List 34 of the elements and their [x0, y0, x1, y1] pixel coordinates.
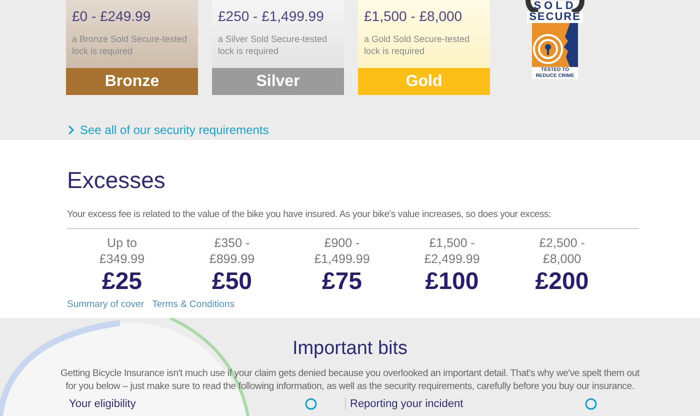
value-range: £350 - £899.99 — [208, 235, 256, 268]
intro-text: Getting Bicycle Insurance isn't much use if your claim gets denied because you overlooked an important detail. That's why we've spelt them out for you below – just make sure to read the following information, as well as the security requirements, carefully before you buy our insurance. — [60, 367, 641, 393]
value-range: £1,500 - £2,499.99 — [423, 235, 481, 268]
price-range: £250 - £1,499.99 — [218, 7, 325, 26]
expand-circle-icon[interactable] — [585, 398, 597, 410]
keyhole-face-logo-icon — [532, 23, 578, 67]
excess-amount: £100 — [425, 267, 479, 298]
accordion-heading[interactable]: Your eligibility — [69, 398, 136, 410]
chevron-right-icon — [68, 125, 74, 135]
tier-note: a Gold Sold Secure-tested lock is required — [364, 33, 471, 57]
text-link[interactable]: Summary of cover — [67, 298, 144, 312]
intro-text: Your excess fee is related to the value of the bike you have insured. As your bike's value increases, so does your excess: — [67, 208, 552, 222]
price-range: £1,500 - £8,000 — [364, 7, 464, 26]
expand-circle-icon[interactable] — [305, 398, 317, 410]
value-range: £900 - £1,499.99 — [313, 235, 371, 268]
excess-amount: £75 — [322, 267, 362, 298]
text-link[interactable]: Terms & Conditions — [152, 298, 234, 312]
value-range: £2,500 - £8,000 — [538, 235, 586, 268]
tier-label: Gold — [358, 68, 490, 95]
price-range: £0 - £249.99 — [72, 7, 152, 26]
logo-text: SECURE — [527, 12, 583, 23]
value-range: Up to £349.99 — [98, 235, 146, 268]
section-heading: Important bits — [292, 338, 408, 360]
security-requirements-link[interactable]: See all of our security requirements — [68, 121, 269, 139]
tier-label: Silver — [212, 68, 344, 95]
section-heading: Excesses — [67, 167, 166, 193]
excess-amount: £25 — [102, 267, 142, 298]
tier-note: a Bronze Sold Secure-tested lock is required — [72, 33, 188, 57]
tier-label: Bronze — [66, 68, 198, 95]
tier-note: a Silver Sold Secure-tested lock is required — [218, 33, 328, 57]
excess-amount: £200 — [535, 267, 589, 298]
logo-text: SOLD — [532, 1, 578, 12]
accordion-heading[interactable]: Reporting your incident — [350, 398, 464, 410]
excess-amount: £50 — [212, 267, 252, 298]
